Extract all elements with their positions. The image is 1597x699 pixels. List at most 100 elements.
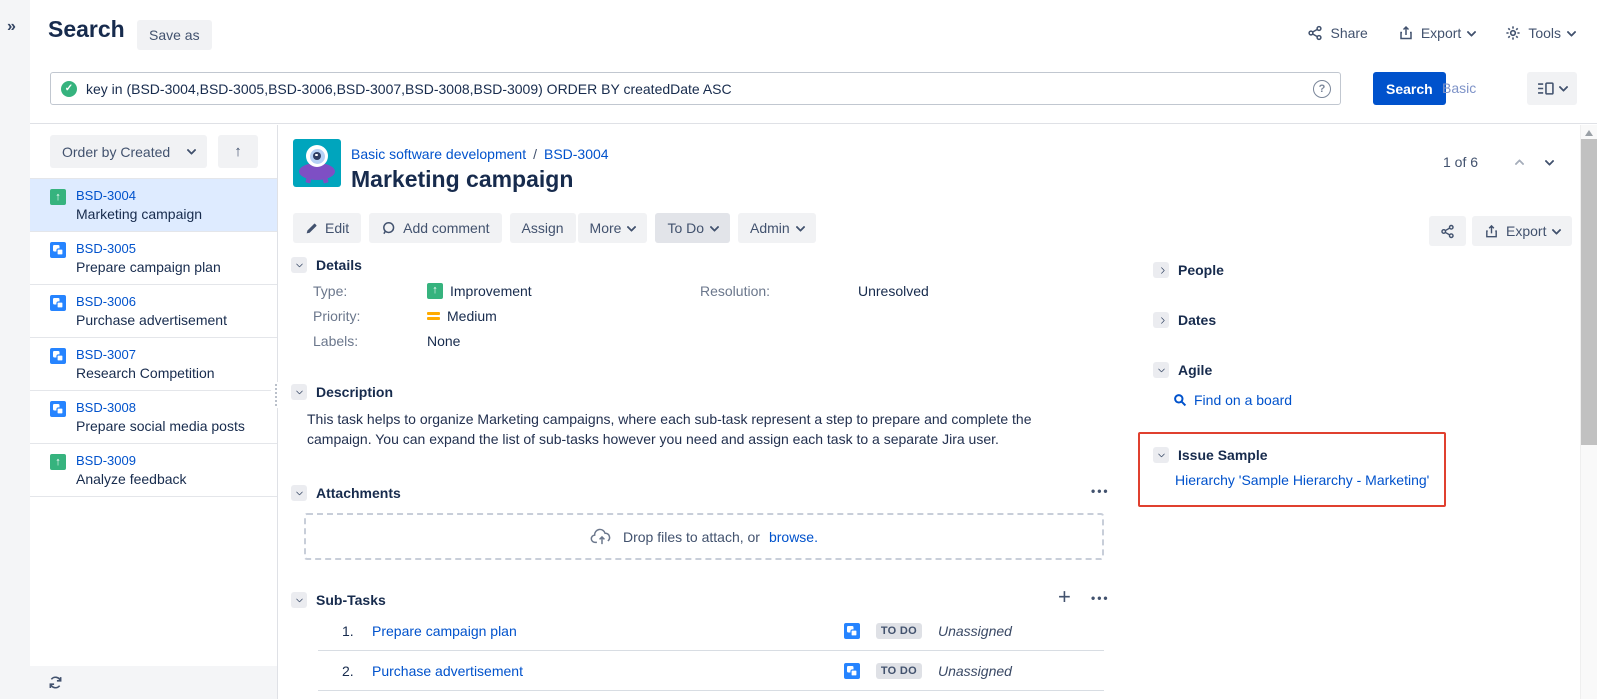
issue-item-text: BSD-3009 Analyze feedback xyxy=(76,452,187,489)
order-by-dropdown[interactable]: Order by Created xyxy=(50,135,207,168)
order-by-label: Order by Created xyxy=(62,144,170,160)
add-subtask-button[interactable]: + xyxy=(1058,584,1071,610)
expand-people-button[interactable] xyxy=(1153,262,1169,278)
collapse-attachments-button[interactable] xyxy=(291,485,307,501)
labels-value: None xyxy=(427,333,700,349)
subtasks-heading: Sub-Tasks xyxy=(316,592,386,608)
attachment-dropzone[interactable]: Drop files to attach, or browse. xyxy=(304,513,1104,560)
assign-button[interactable]: Assign xyxy=(510,213,576,243)
collapse-description-button[interactable] xyxy=(291,384,307,400)
gear-icon xyxy=(1505,25,1521,41)
issue-key-link[interactable]: BSD-3008 xyxy=(76,399,245,417)
collapse-issue-sample-button[interactable] xyxy=(1153,447,1169,463)
vertical-scrollbar[interactable] xyxy=(1580,125,1597,699)
export-menu-button[interactable]: Export xyxy=(1398,25,1475,41)
collapse-subtasks-button[interactable] xyxy=(291,592,307,608)
subtask-title-link[interactable]: Prepare campaign plan xyxy=(372,623,844,639)
subtask-type-icon xyxy=(50,401,66,417)
edit-button[interactable]: Edit xyxy=(293,213,361,243)
find-on-board-label: Find on a board xyxy=(1194,392,1292,408)
jql-input[interactable]: ✓ key in (BSD-3004,BSD-3005,BSD-3006,BSD… xyxy=(50,72,1341,105)
layout-switcher-button[interactable] xyxy=(1527,72,1577,105)
expand-sidebar-icon[interactable]: » xyxy=(7,18,16,36)
priority-medium-icon xyxy=(427,312,440,320)
issue-list-item[interactable]: ↑ BSD-3009 Analyze feedback xyxy=(30,444,277,497)
add-comment-button[interactable]: Add comment xyxy=(369,213,501,243)
export-issue-button[interactable]: Export xyxy=(1472,216,1572,246)
type-label: Type: xyxy=(313,283,427,299)
expand-dates-button[interactable] xyxy=(1153,312,1169,328)
issue-key-link[interactable]: BSD-3004 xyxy=(76,187,202,205)
breadcrumb: Basic software development / BSD-3004 xyxy=(351,146,609,162)
issue-item-text: BSD-3007 Research Competition xyxy=(76,346,215,383)
issue-list-item[interactable]: BSD-3008 Prepare social media posts xyxy=(30,391,277,444)
improvement-type-icon: ↑ xyxy=(50,189,66,205)
syntax-help-icon[interactable]: ? xyxy=(1313,80,1331,98)
browse-files-link[interactable]: browse. xyxy=(769,529,818,545)
issue-list-item[interactable]: BSD-3007 Research Competition xyxy=(30,338,277,391)
sort-ascending-icon: ↑ xyxy=(234,143,242,160)
issue-key-link[interactable]: BSD-3006 xyxy=(76,293,227,311)
top-actions: Share Export Tools xyxy=(1307,25,1575,41)
details-fields: Type: ↑ Improvement Resolution: Unresolv… xyxy=(313,278,929,353)
scrollbar-up-arrow[interactable] xyxy=(1585,130,1593,136)
type-value-text: Improvement xyxy=(450,283,532,299)
sort-direction-button[interactable]: ↑ xyxy=(218,135,258,168)
chevron-down-icon xyxy=(795,222,805,232)
panel-resize-handle[interactable] xyxy=(271,382,280,408)
jql-query-text[interactable]: key in (BSD-3004,BSD-3005,BSD-3006,BSD-3… xyxy=(86,81,732,97)
people-section-header: People xyxy=(1153,262,1224,278)
status-badge: TO DO xyxy=(876,623,922,639)
more-menu-button[interactable]: More xyxy=(578,213,648,243)
arrow-up-glyph: ↑ xyxy=(432,285,438,296)
chevron-down-icon xyxy=(187,145,197,155)
description-section-header: Description xyxy=(291,384,393,400)
next-issue-button[interactable] xyxy=(1534,159,1564,166)
chevron-up-icon xyxy=(1514,158,1524,168)
hierarchy-link[interactable]: Hierarchy 'Sample Hierarchy - Marketing' xyxy=(1175,472,1429,488)
project-avatar[interactable] xyxy=(293,139,341,187)
tools-menu-button[interactable]: Tools xyxy=(1505,25,1575,41)
status-transition-button[interactable]: To Do xyxy=(655,213,730,243)
save-as-button[interactable]: Save as xyxy=(137,20,212,50)
results-panel-footer xyxy=(30,666,277,699)
previous-issue-button[interactable] xyxy=(1504,159,1534,166)
issue-key-link[interactable]: BSD-3009 xyxy=(76,452,187,470)
export-icon xyxy=(1398,25,1414,41)
chevron-down-icon xyxy=(1467,27,1477,37)
comment-icon xyxy=(381,221,396,236)
issue-list-item[interactable]: BSD-3005 Prepare campaign plan xyxy=(30,232,277,285)
collapse-details-button[interactable] xyxy=(291,257,307,273)
issue-list-item-selected[interactable]: ↑ BSD-3004 Marketing campaign xyxy=(30,179,277,232)
share-icon xyxy=(1440,224,1455,239)
subtasks-section-header: Sub-Tasks xyxy=(291,592,386,608)
issue-list-item[interactable]: BSD-3006 Purchase advertisement xyxy=(30,285,277,338)
chevron-down-icon xyxy=(710,222,720,232)
issue-item-text: BSD-3005 Prepare campaign plan xyxy=(76,240,221,277)
chevron-down-icon xyxy=(1157,365,1164,372)
issue-item-text: BSD-3006 Purchase advertisement xyxy=(76,293,227,330)
scrollbar-thumb[interactable] xyxy=(1581,139,1597,445)
issue-key-link[interactable]: BSD-3007 xyxy=(76,346,215,364)
add-comment-label: Add comment xyxy=(403,220,489,236)
collapse-agile-button[interactable] xyxy=(1153,362,1169,378)
breadcrumb-project-link[interactable]: Basic software development xyxy=(351,146,526,162)
subtask-row[interactable]: 2. Purchase advertisement TO DO Unassign… xyxy=(318,651,1104,691)
search-button[interactable]: Search xyxy=(1373,72,1446,105)
find-on-board-link[interactable]: Find on a board xyxy=(1173,392,1292,408)
issue-key-link[interactable]: BSD-3005 xyxy=(76,240,221,258)
subtasks-more-menu[interactable]: ••• xyxy=(1091,592,1110,604)
issue-item-text: BSD-3004 Marketing campaign xyxy=(76,187,202,224)
subtask-title-link[interactable]: Purchase advertisement xyxy=(372,663,844,679)
refresh-icon[interactable] xyxy=(48,675,63,690)
description-line: This task helps to organize Marketing ca… xyxy=(307,410,1032,430)
share-issue-button[interactable] xyxy=(1429,216,1466,246)
basic-mode-link[interactable]: Basic xyxy=(1442,80,1476,96)
chevron-right-icon xyxy=(1157,316,1164,323)
share-button[interactable]: Share xyxy=(1307,25,1367,41)
attachments-more-menu[interactable]: ••• xyxy=(1091,485,1110,497)
admin-menu-button[interactable]: Admin xyxy=(738,213,816,243)
cloud-upload-icon xyxy=(590,528,614,545)
subtask-row[interactable]: 1. Prepare campaign plan TO DO Unassigne… xyxy=(318,611,1104,651)
breadcrumb-issue-key-link[interactable]: BSD-3004 xyxy=(544,146,609,162)
